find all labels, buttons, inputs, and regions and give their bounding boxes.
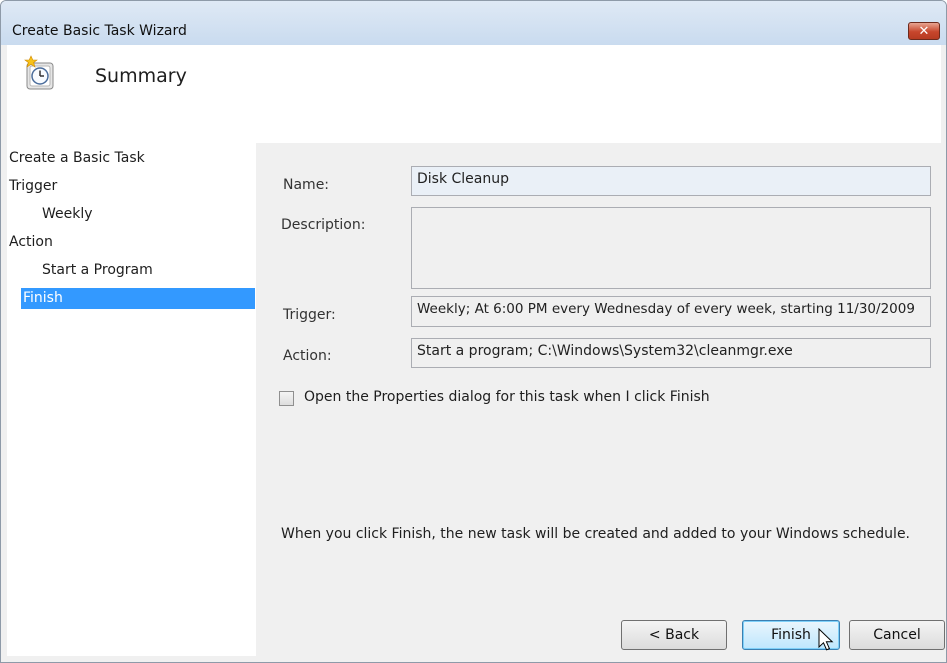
sidebar-item-action[interactable]: Action <box>9 232 249 253</box>
name-field[interactable]: Disk Cleanup <box>411 166 931 196</box>
sidebar-item-trigger[interactable]: Trigger <box>9 176 249 197</box>
mouse-cursor-icon <box>818 628 834 651</box>
page-title: Summary <box>95 65 187 87</box>
description-label: Description: <box>281 217 366 233</box>
action-field[interactable]: Start a program; C:\Windows\System32\cle… <box>411 338 931 368</box>
trigger-label: Trigger: <box>283 307 336 323</box>
action-label: Action: <box>283 348 332 364</box>
open-properties-checkbox[interactable] <box>279 391 294 406</box>
window-title: Create Basic Task Wizard <box>12 23 187 39</box>
back-button[interactable]: < Back <box>621 620 727 650</box>
sidebar-item-create-basic-task[interactable]: Create a Basic Task <box>9 148 249 169</box>
sidebar-item-start-a-program[interactable]: Start a Program <box>42 260 249 281</box>
finish-info-text: When you click Finish, the new task will… <box>281 526 911 542</box>
wizard-window: Create Basic Task Wizard ✕ Summary Creat… <box>0 0 947 663</box>
sidebar-item-weekly[interactable]: Weekly <box>42 204 249 225</box>
steps-sidebar: Create a Basic Task Trigger Weekly Actio… <box>7 143 256 656</box>
description-field[interactable] <box>411 207 931 289</box>
close-button[interactable]: ✕ <box>908 22 940 40</box>
sidebar-item-finish[interactable]: Finish <box>21 288 255 309</box>
task-clock-icon <box>24 55 54 90</box>
open-properties-label[interactable]: Open the Properties dialog for this task… <box>304 389 710 405</box>
trigger-field[interactable]: Weekly; At 6:00 PM every Wednesday of ev… <box>411 296 931 327</box>
close-icon: ✕ <box>918 24 930 39</box>
wizard-header: Summary <box>7 45 941 143</box>
cancel-button[interactable]: Cancel <box>849 620 945 650</box>
wizard-body: Create a Basic Task Trigger Weekly Actio… <box>7 143 945 656</box>
name-label: Name: <box>283 177 330 193</box>
title-bar[interactable]: Create Basic Task Wizard ✕ <box>1 1 946 45</box>
